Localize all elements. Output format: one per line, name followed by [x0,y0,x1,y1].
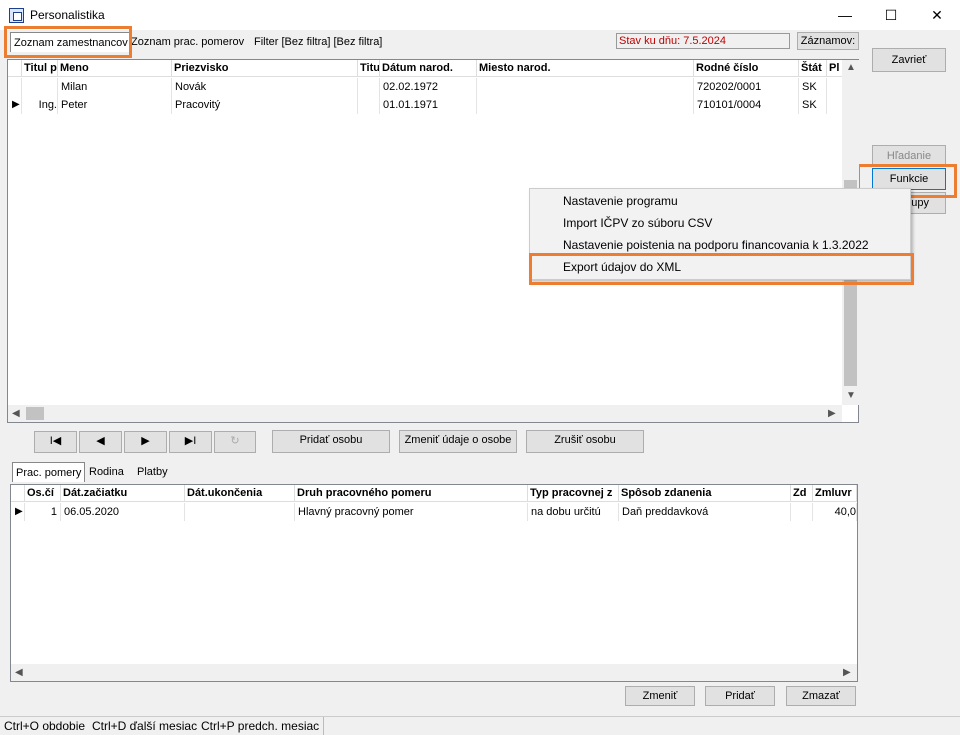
tab-rodina[interactable]: Rodina [86,462,127,482]
cell-titul[interactable]: Ing. [22,96,58,114]
scroll-right-arrow[interactable]: ▶ [828,408,836,419]
cell-druh-pomeru[interactable]: Hlavný pracovný pomer [295,503,528,521]
col-miesto-narod[interactable]: Miesto narod. [477,60,694,77]
menu-item-nastavenie-programu[interactable]: Nastavenie programu [563,194,678,208]
tab-filter[interactable]: Filter [Bez filtra] [Bez filtra] [251,32,385,52]
scroll-left-arrow[interactable]: ◀ [12,408,20,419]
status-dalsi-mesiac: Ctrl+D ďalší mesiac [92,719,198,733]
zrusit-osobu-button[interactable]: Zrušiť osobu [526,430,644,453]
cell-titul[interactable] [22,78,58,96]
current-row-indicator[interactable]: ▶ [11,503,25,521]
menu-item-import-icpv[interactable]: Import IČPV zo súboru CSV [563,216,712,230]
status-predch-mesiac: Ctrl+P predch. mesiac [201,719,320,733]
row-indicator[interactable] [8,78,22,96]
cell-titul2[interactable] [358,78,380,96]
zmazat-button[interactable]: Zmazať [786,686,856,706]
zmenit-button[interactable]: Zmeniť [625,686,695,706]
tab-platby[interactable]: Platby [134,462,171,482]
row-indicator-header [8,60,22,77]
cell-miesto-narod[interactable] [477,96,694,114]
close-button[interactable]: ✕ [914,0,960,30]
pridat-button[interactable]: Pridať [705,686,775,706]
scroll-right-arrow[interactable]: ▶ [843,667,851,678]
cell-sposob-zdanenia[interactable]: Daň preddavková [619,503,791,521]
cell-miesto-narod[interactable] [477,78,694,96]
cell-priezvisko[interactable]: Novák [172,78,358,96]
tab-zoznam-prac-pomerov[interactable]: Zoznam prac. pomerov [128,32,247,52]
current-row-indicator[interactable]: ▶ [8,96,22,114]
row-indicator-header [11,485,25,502]
cell-zmluvny[interactable]: 40,0 [813,503,857,521]
col-datum-narod[interactable]: Dátum narod. [380,60,477,77]
refresh-button[interactable]: ↻ [214,431,256,453]
col-dat-zaciatku[interactable]: Dát.začiatku [61,485,185,502]
col-typ-pracovnej[interactable]: Typ pracovnej z [528,485,619,502]
highlight-tab-frame [4,26,132,58]
relations-hscroll[interactable]: ◀ ▶ [11,664,857,681]
minimize-button[interactable]: — [822,0,868,30]
cell-zd[interactable] [791,503,813,521]
col-titul2[interactable]: Titu [358,60,380,77]
zavriet-button[interactable]: Zavrieť [872,48,946,72]
tab-prac-pomery[interactable]: Prac. pomery [12,462,86,482]
employees-hscroll[interactable]: ◀ ▶ [8,405,842,422]
window-title: Personalistika [30,8,105,22]
col-zd[interactable]: Zd [791,485,813,502]
title-bar: Personalistika — ☐ ✕ [0,0,960,30]
col-stat[interactable]: Štát [799,60,827,77]
zaznamov-button[interactable]: Záznamov: [797,32,859,50]
cell-meno[interactable]: Milan [58,78,172,96]
status-obdobie: Ctrl+O obdobie [4,719,86,733]
cell-meno[interactable]: Peter [58,96,172,114]
cell-datum-narod[interactable]: 01.01.1971 [380,96,477,114]
col-sposob-zdanenia[interactable]: Spôsob zdanenia [619,485,791,502]
col-meno[interactable]: Meno [58,60,172,77]
prev-record-button[interactable]: ◀ [79,431,122,453]
scroll-down-arrow[interactable]: ▼ [846,390,856,401]
next-record-button[interactable]: ▶ [124,431,167,453]
col-druh-pomeru[interactable]: Druh pracovného pomeru [295,485,528,502]
col-rodne-cislo[interactable]: Rodné číslo [694,60,799,77]
col-priezvisko[interactable]: Priezvisko [172,60,358,77]
col-pl[interactable]: Pl [827,60,843,77]
relations-grid[interactable]: Os.čí Dát.začiatku Dát.ukončenia Druh pr… [10,484,858,682]
first-record-button[interactable]: I◀ [34,431,77,453]
col-os-cislo[interactable]: Os.čí [25,485,61,502]
cell-rodne-cislo[interactable]: 720202/0001 [694,78,799,96]
cell-priezvisko[interactable]: Pracovitý [172,96,358,114]
col-titul[interactable]: Titul p [22,60,58,77]
cell-stat[interactable]: SK [799,78,827,96]
col-dat-ukoncenia[interactable]: Dát.ukončenia [185,485,295,502]
status-bar: Ctrl+O obdobie Ctrl+D ďalší mesiac Ctrl+… [0,716,960,735]
scroll-left-arrow[interactable]: ◀ [15,667,23,678]
hscroll-thumb[interactable] [26,407,44,420]
cell-rodne-cislo[interactable]: 710101/0004 [694,96,799,114]
status-divider [323,717,324,735]
cell-titul2[interactable] [358,96,380,114]
maximize-button[interactable]: ☐ [868,0,914,30]
highlight-export-frame [529,253,914,285]
cell-stat[interactable]: SK [799,96,827,114]
last-record-button[interactable]: ▶I [169,431,212,453]
cell-dat-ukoncenia[interactable] [185,503,295,521]
scroll-up-arrow[interactable]: ▲ [846,62,856,73]
zmenit-udaje-button[interactable]: Zmeniť údaje o osobe [399,430,517,453]
cell-typ-pracovnej[interactable]: na dobu určitú [528,503,619,521]
menu-item-nastavenie-poistenia[interactable]: Nastavenie poistenia na podporu financov… [563,238,869,252]
cell-datum-narod[interactable]: 02.02.1972 [380,78,477,96]
cell-dat-zaciatku[interactable]: 06.05.2020 [61,503,185,521]
stav-ku-dnu: Stav ku dňu: 7.5.2024 [616,33,790,49]
pridat-osobu-button[interactable]: Pridať osobu [272,430,390,453]
cell-os-cislo[interactable]: 1 [25,503,61,521]
col-zmluvny[interactable]: Zmluvr [813,485,857,502]
app-icon [9,8,24,23]
